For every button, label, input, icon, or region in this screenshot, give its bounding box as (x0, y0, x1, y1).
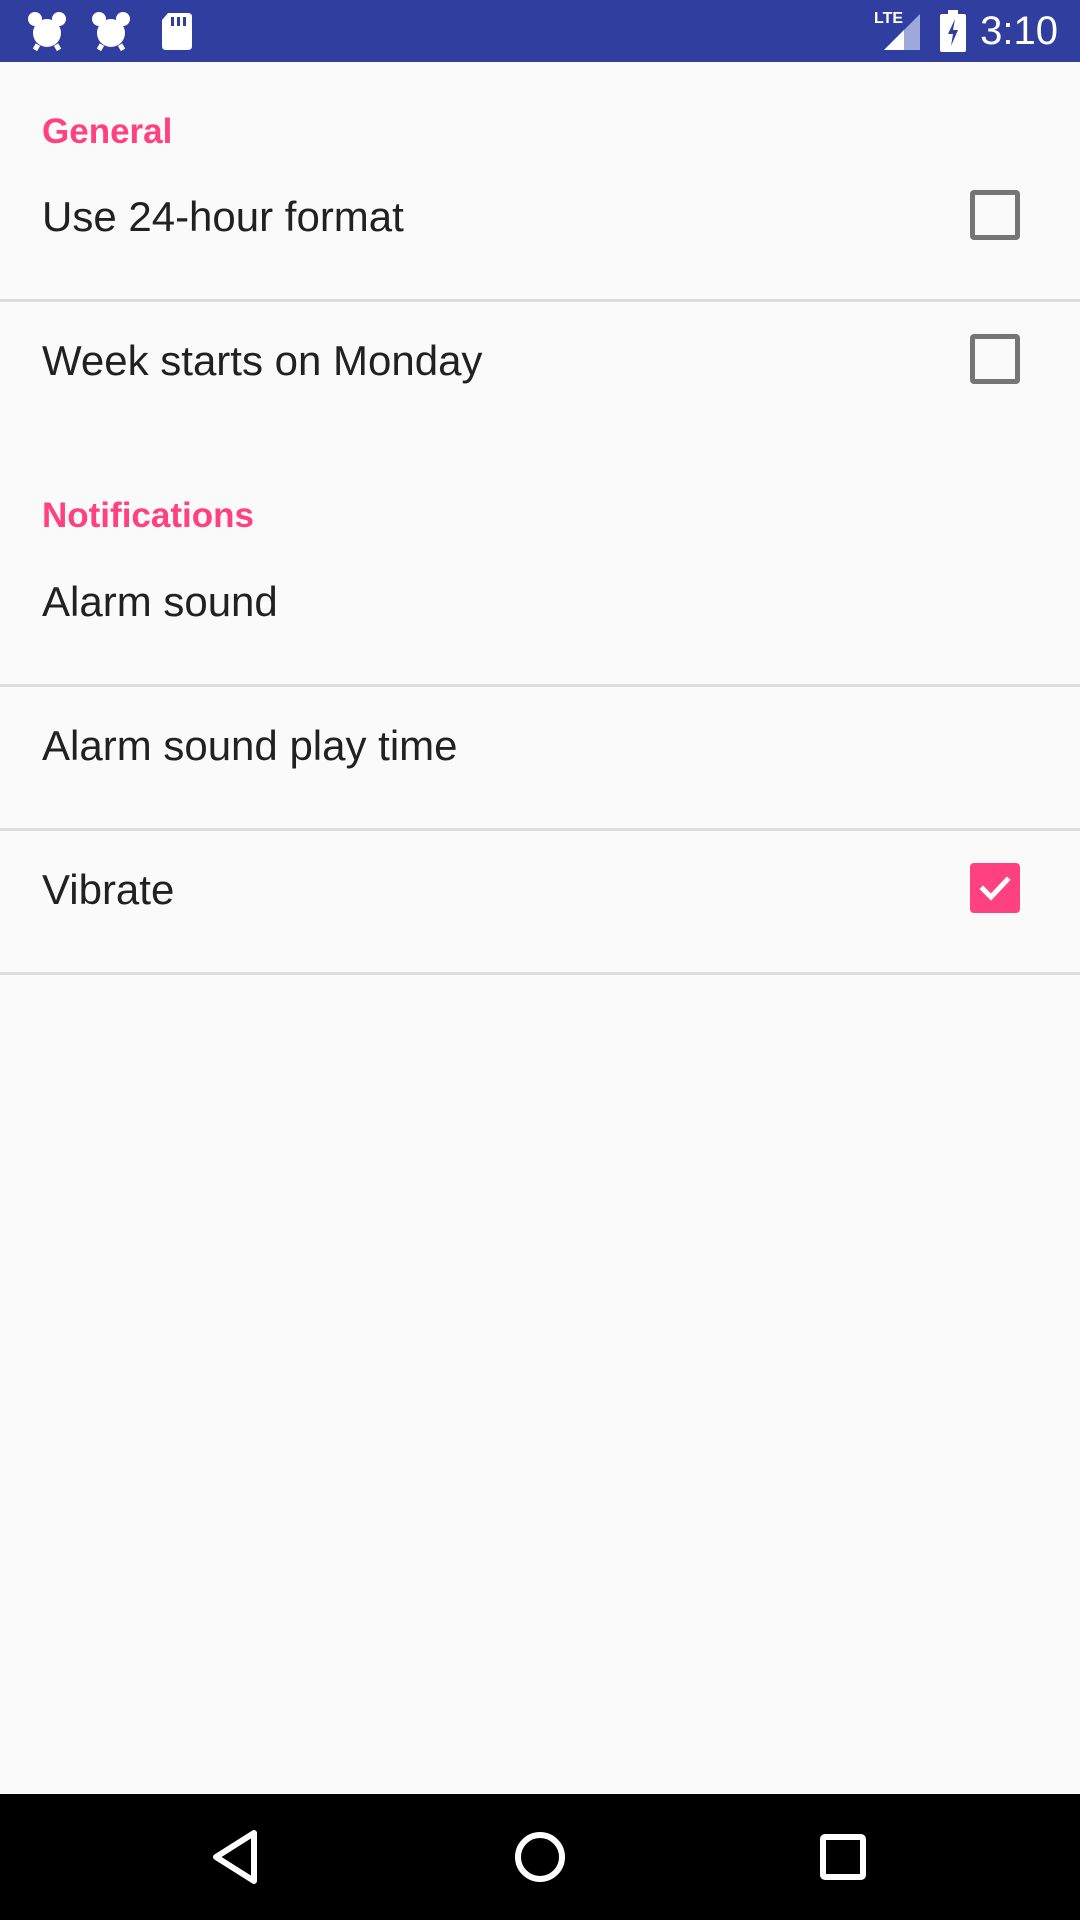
pref-title: Week starts on Monday (42, 337, 483, 384)
status-bar: LTE 3:10 (0, 0, 1080, 62)
pref-title: Vibrate (42, 866, 175, 913)
pref-vibrate[interactable]: Vibrate (0, 819, 1080, 961)
battery-charging-icon (940, 10, 966, 52)
vibrate-checkbox[interactable] (970, 863, 1020, 913)
pref-use-24-hour-format[interactable]: Use 24-hour format (0, 146, 1080, 288)
week-starts-monday-checkbox[interactable] (970, 334, 1020, 384)
pref-week-starts-on-monday[interactable]: Week starts on Monday (0, 290, 1080, 432)
checkmark-icon (979, 876, 1011, 901)
alarm-icon (28, 12, 66, 52)
navigation-bar (0, 1794, 1080, 1920)
sd-card-icon (162, 13, 192, 50)
clock-time: 3:10 (980, 9, 1058, 53)
use-24-hour-checkbox[interactable] (970, 190, 1020, 240)
settings-list: General Use 24-hour format Week starts o… (0, 62, 1080, 1794)
recents-icon[interactable] (803, 1817, 883, 1897)
pref-alarm-sound-play-time[interactable]: Alarm sound play time (0, 675, 1080, 817)
home-icon[interactable] (500, 1817, 580, 1897)
signal-icon: LTE (874, 10, 922, 52)
pref-title: Use 24-hour format (42, 193, 404, 240)
alarm-icon (92, 12, 130, 52)
pref-title: Alarm sound play time (42, 722, 458, 769)
divider (0, 972, 1080, 975)
pref-title: Alarm sound (42, 578, 278, 625)
pref-alarm-sound[interactable]: Alarm sound (0, 531, 1080, 673)
back-icon[interactable] (196, 1817, 276, 1897)
